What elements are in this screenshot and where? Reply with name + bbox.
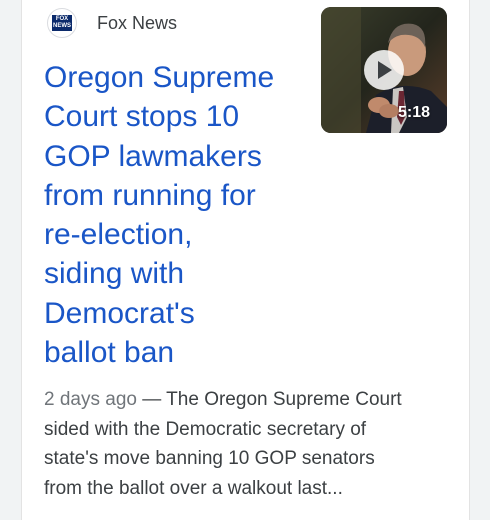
video-duration: 5:18 [398,104,431,121]
snippet-date: 2 days ago [44,389,137,410]
logo-text: FOX NEWS [53,16,71,29]
headline-line: Court stops 10 [44,100,240,134]
headline-line: from running for [44,178,256,212]
source-row[interactable]: FOX NEWS Fox News [47,8,177,38]
headline[interactable]: Oregon Supreme Court stops 10 GOP lawmak… [44,58,314,372]
play-button[interactable] [364,50,404,90]
fox-news-logo: FOX NEWS [47,8,77,38]
headline-line: re-election, [44,218,193,252]
snippet-line: sided with the Democratic secretary of [44,418,367,440]
headline-line: Democrat's [44,296,195,330]
headline-line: siding with [44,257,185,291]
snippet-line: from the ballot over a walkout last... [44,477,343,499]
source-name: Fox News [97,12,178,33]
play-icon [378,61,392,79]
headline-line: GOP lawmakers [44,139,262,173]
snippet-line: state's move banning 10 GOP senators [44,448,375,469]
headline-line: ballot ban [44,336,175,370]
snippet-line: 2 days ago — The Oregon Supreme Court [44,385,444,415]
snippet-line-text: — The Oregon Supreme Court [142,389,402,410]
snippet: 2 days ago — The Oregon Supreme Court si… [44,385,444,503]
headline-line: Oregon Supreme [44,61,275,94]
